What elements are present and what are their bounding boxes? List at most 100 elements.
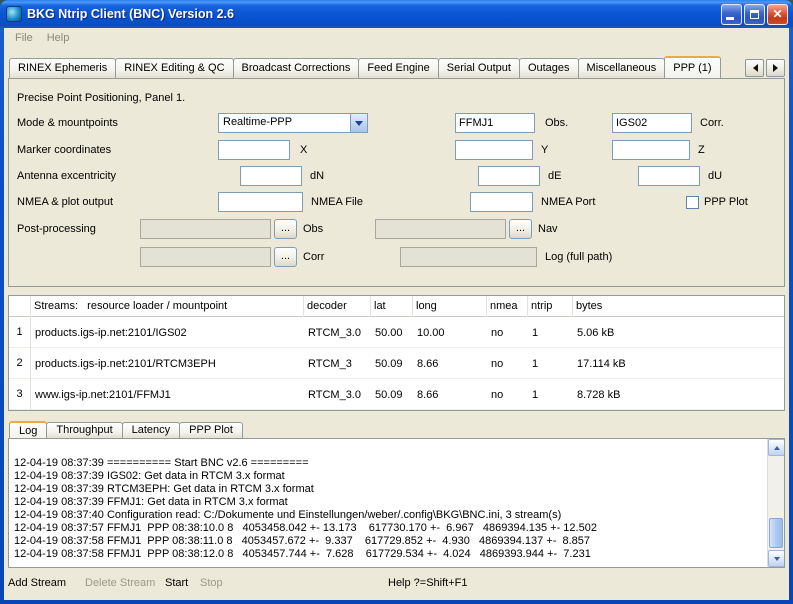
tab-throughput[interactable]: Throughput <box>46 422 122 438</box>
mode-combobox[interactable]: Realtime-PPP <box>218 113 368 133</box>
nmea-port-label: NMEA Port <box>541 192 595 212</box>
scroll-thumb[interactable] <box>769 518 783 548</box>
cell-bytes: 17.114 kB <box>573 358 784 370</box>
menu-help[interactable]: Help <box>40 30 77 46</box>
app-icon <box>6 6 22 22</box>
status-bar: Add Stream Delete Stream Start Stop Help… <box>4 568 789 599</box>
cell-decoder: RTCM_3.0 <box>304 327 371 339</box>
post-nav-browse-button[interactable]: ... <box>509 219 532 239</box>
marker-y-input[interactable] <box>455 140 533 160</box>
cell-bytes: 5.06 kB <box>573 327 784 339</box>
table-row[interactable]: 2 products.igs-ip.net:2101/RTCM3EPH RTCM… <box>9 348 784 379</box>
header-decoder: decoder <box>304 296 371 317</box>
cell-mountpoint: www.igs-ip.net:2101/FFMJ1 <box>31 389 304 401</box>
post-nav-label: Nav <box>538 219 558 239</box>
log-lines: 12-04-19 08:37:39 ========== Start BNC v… <box>14 457 762 561</box>
chevron-up-icon <box>774 443 780 450</box>
tab-latency[interactable]: Latency <box>122 422 181 438</box>
tab-feed-engine[interactable]: Feed Engine <box>358 58 438 78</box>
marker-z-input[interactable] <box>612 140 690 160</box>
menubar: File Help <box>4 28 789 48</box>
marker-coordinates-label: Marker coordinates <box>17 140 111 160</box>
tab-scroll-left-button[interactable] <box>745 59 764 77</box>
scroll-down-button[interactable] <box>768 550 785 567</box>
cell-ntrip: 1 <box>528 389 573 401</box>
nmea-file-label: NMEA File <box>311 192 363 212</box>
log-line: 12-04-19 08:37:39 IGS02: Get data in RTC… <box>14 470 762 483</box>
cell-nmea: no <box>487 389 528 401</box>
antenna-excentricity-label: Antenna excentricity <box>17 166 116 186</box>
tab-miscellaneous[interactable]: Miscellaneous <box>578 58 666 78</box>
tab-log[interactable]: Log <box>9 421 47 438</box>
nmea-file-input[interactable] <box>218 192 303 212</box>
obs-mountpoint-input[interactable] <box>455 113 535 133</box>
x-label: X <box>300 140 307 160</box>
vertical-scrollbar[interactable] <box>767 439 784 567</box>
tab-ppp-plot[interactable]: PPP Plot <box>179 422 243 438</box>
cell-decoder: RTCM_3 <box>304 358 371 370</box>
tab-broadcast-corrections[interactable]: Broadcast Corrections <box>233 58 360 78</box>
post-corr-browse-button[interactable]: ... <box>274 247 297 267</box>
marker-x-input[interactable] <box>218 140 290 160</box>
cell-ntrip: 1 <box>528 327 573 339</box>
cell-nmea: no <box>487 327 528 339</box>
post-processing-label: Post-processing <box>17 219 96 239</box>
cell-long: 10.00 <box>413 327 487 339</box>
tab-rinex-ephemeris[interactable]: RINEX Ephemeris <box>9 58 116 78</box>
app-window: BKG Ntrip Client (BNC) Version 2.6 ✕ Fil… <box>0 0 793 604</box>
log-line: 12-04-19 08:37:39 FFMJ1: Get data in RTC… <box>14 496 762 509</box>
log-line: 12-04-19 08:37:57 FFMJ1 PPP 08:38:10.0 8… <box>14 522 762 535</box>
tab-scroll-right-button[interactable] <box>766 59 785 77</box>
stop-button: Stop <box>200 577 223 589</box>
antenna-du-input[interactable] <box>638 166 700 186</box>
nmea-port-input[interactable] <box>470 192 533 212</box>
post-obs-browse-button[interactable]: ... <box>274 219 297 239</box>
corr-mountpoint-input[interactable] <box>612 113 692 133</box>
tab-outages[interactable]: Outages <box>519 58 579 78</box>
tab-rinex-editing-qc[interactable]: RINEX Editing & QC <box>115 58 233 78</box>
cell-mountpoint: products.igs-ip.net:2101/IGS02 <box>31 327 304 339</box>
cell-long: 8.66 <box>413 358 487 370</box>
table-row[interactable]: 1 products.igs-ip.net:2101/IGS02 RTCM_3.… <box>9 317 784 348</box>
post-obs-label: Obs <box>303 219 323 239</box>
cell-bytes: 8.728 kB <box>573 389 784 401</box>
nmea-plot-output-label: NMEA & plot output <box>17 192 113 212</box>
tab-ppp-1[interactable]: PPP (1) <box>664 56 720 78</box>
tab-bar: RINEX Ephemeris RINEX Editing & QC Broad… <box>9 54 785 78</box>
header-lat: lat <box>371 296 413 317</box>
chevron-left-icon <box>749 64 758 72</box>
table-header: Streams: resource loader / mountpoint de… <box>9 296 784 317</box>
combo-dropdown-button[interactable] <box>350 114 367 132</box>
header-long: long <box>413 296 487 317</box>
table-row[interactable]: 3 www.igs-ip.net:2101/FFMJ1 RTCM_3.0 50.… <box>9 379 784 410</box>
scroll-up-button[interactable] <box>768 439 785 456</box>
antenna-de-input[interactable] <box>478 166 540 186</box>
de-label: dE <box>548 166 561 186</box>
corr-label: Corr. <box>700 113 724 133</box>
close-button[interactable]: ✕ <box>767 4 788 25</box>
minimize-button[interactable] <box>721 4 742 25</box>
titlebar: BKG Ntrip Client (BNC) Version 2.6 ✕ <box>0 0 793 28</box>
header-ntrip: ntrip <box>528 296 573 317</box>
header-bytes: bytes <box>573 296 784 317</box>
mode-mountpoints-label: Mode & mountpoints <box>17 113 118 133</box>
ppp-panel: Precise Point Positioning, Panel 1. Mode… <box>8 78 785 287</box>
tab-scroll-buttons <box>743 59 785 77</box>
post-log-input <box>400 247 537 267</box>
ppp-plot-label: PPP Plot <box>704 192 748 212</box>
ppp-plot-checkbox[interactable] <box>686 196 699 209</box>
mode-combobox-value: Realtime-PPP <box>219 114 350 132</box>
row-number: 3 <box>9 379 31 410</box>
cell-decoder: RTCM_3.0 <box>304 389 371 401</box>
add-stream-button[interactable]: Add Stream <box>8 577 66 589</box>
menu-file[interactable]: File <box>8 30 40 46</box>
tab-serial-output[interactable]: Serial Output <box>438 58 520 78</box>
post-corr-input <box>140 247 271 267</box>
row-number: 1 <box>9 317 31 348</box>
cell-ntrip: 1 <box>528 358 573 370</box>
start-button[interactable]: Start <box>165 577 188 589</box>
cell-lat: 50.09 <box>371 358 413 370</box>
maximize-button[interactable] <box>744 4 765 25</box>
cell-lat: 50.00 <box>371 327 413 339</box>
antenna-dn-input[interactable] <box>240 166 302 186</box>
